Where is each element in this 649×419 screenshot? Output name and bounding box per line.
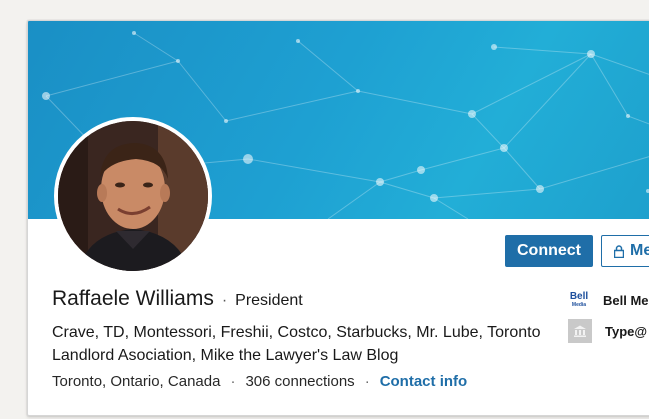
profile-headline: Crave, TD, Montessori, Freshii, Costco, … <box>52 324 541 364</box>
profile-location: Toronto, Ontario, Canada <box>52 373 221 390</box>
profile-card: Connect Me Raffaele Williams · President… <box>27 20 649 416</box>
avatar-frame[interactable] <box>54 117 212 275</box>
message-button-label: Me <box>630 242 649 259</box>
lock-icon <box>613 245 625 259</box>
name-row: Raffaele Williams · President <box>52 287 303 311</box>
experience-label: Bell Me <box>603 292 649 308</box>
separator-dot: · <box>230 373 236 390</box>
profile-meta: Toronto, Ontario, Canada · 306 connectio… <box>52 373 467 390</box>
separator-dot: · <box>364 373 370 390</box>
experience-label: Type@ <box>605 323 648 339</box>
experience-item-bell[interactable]: Bell Media Bell Me <box>568 289 649 311</box>
school-icon <box>568 319 592 343</box>
message-button[interactable]: Me <box>601 235 649 267</box>
contact-info-link[interactable]: Contact info <box>380 373 468 390</box>
separator-dot: · <box>221 292 228 309</box>
avatar[interactable] <box>58 121 208 271</box>
avatar-photo <box>58 121 208 271</box>
connect-button[interactable]: Connect <box>505 235 593 267</box>
bell-media-logo: Bell Media <box>569 291 589 309</box>
profile-name: Raffaele Williams <box>52 287 214 310</box>
connections-count[interactable]: 306 connections <box>245 373 354 390</box>
experience-item-school[interactable]: Type@ <box>568 319 647 343</box>
profile-title: President <box>235 292 303 309</box>
